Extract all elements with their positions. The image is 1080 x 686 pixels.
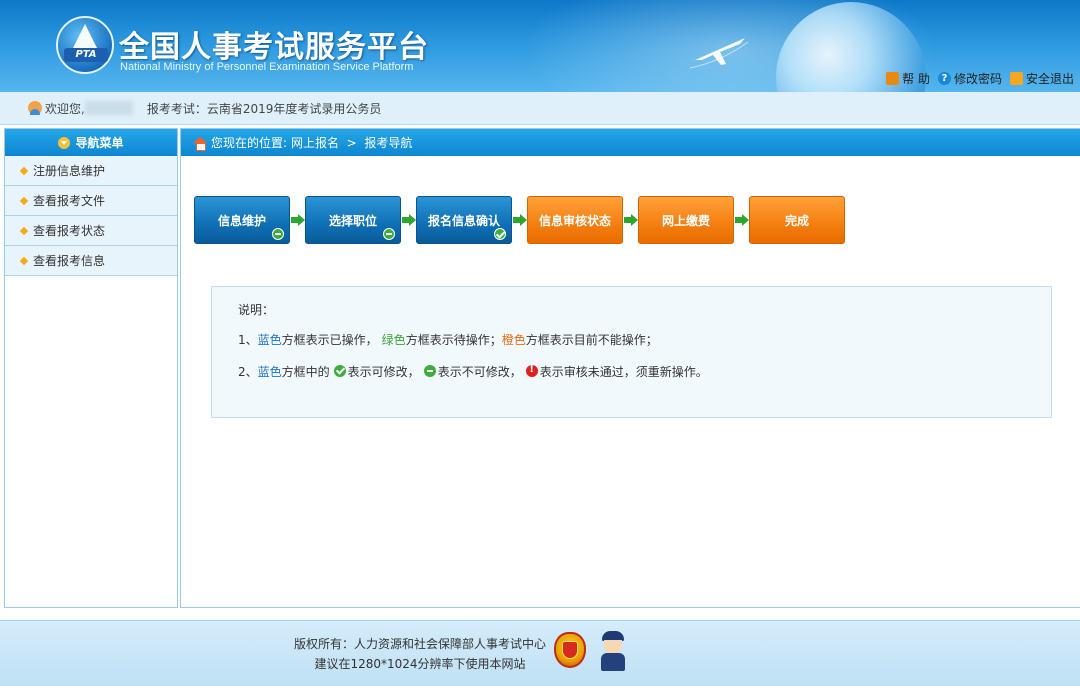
orange-word: 橙色 <box>501 332 526 347</box>
arrow-right-icon <box>291 214 305 226</box>
sidebar-item-label: 注册信息维护 <box>33 164 106 178</box>
blue-word: 蓝色 <box>257 364 282 379</box>
emblem-icon[interactable] <box>554 632 586 668</box>
sidebar-item-exam-documents[interactable]: 查看报考文件 <box>5 186 177 216</box>
step-info-maintenance[interactable]: 信息维护 <box>194 196 290 244</box>
breadcrumb-path: 网上报名 > 报考导航 <box>291 136 413 150</box>
lock-icon <box>886 71 900 85</box>
logo-text: PTA <box>64 48 108 62</box>
header-links: 帮 助 ? 修改密码 安全退出 <box>886 70 1074 86</box>
user-icon <box>28 101 42 115</box>
arrow-right-icon <box>624 214 638 226</box>
sidebar-item-exam-info[interactable]: 查看报考信息 <box>5 246 177 276</box>
sidebar-item-exam-status[interactable]: 查看报考状态 <box>5 216 177 246</box>
instructions-title: 说明： <box>238 303 275 317</box>
header-banner: PTA 全国人事考试服务平台 National Ministry of Pers… <box>0 0 1080 92</box>
minus-icon <box>272 228 284 240</box>
welcome-greeting: 欢迎您, <box>45 101 85 116</box>
exam-name: 云南省2019年度考试录用公务员 <box>206 101 382 116</box>
bullet-icon <box>19 226 29 236</box>
help-label: 帮 助 <box>902 71 930 86</box>
arrow-right-icon <box>402 214 416 226</box>
step-label: 信息维护 <box>217 213 266 228</box>
line-number: 1、 <box>238 332 258 347</box>
line-text: 表示不可修改， <box>437 364 522 379</box>
breadcrumb-prefix: 您现在的位置: <box>211 136 288 150</box>
step-label: 完成 <box>784 213 809 228</box>
sidebar-header: 导航菜单 <box>5 129 177 156</box>
step-label: 报名信息确认 <box>427 213 500 228</box>
arrow-right-icon <box>735 214 749 226</box>
welcome-bar: 欢迎您, 报考考试： 云南省2019年度考试录用公务员 <box>0 92 1080 125</box>
minus-icon <box>383 228 395 240</box>
step-complete[interactable]: 完成 <box>749 196 845 244</box>
resolution-advice: 建议在1280*1024分辨率下使用本网站 <box>314 657 526 671</box>
airplane-icon <box>690 38 749 69</box>
step-confirm-registration[interactable]: 报名信息确认 <box>416 196 512 244</box>
line-text: 方框表示待操作； <box>405 332 502 347</box>
sidebar-item-label: 查看报考信息 <box>33 254 106 268</box>
sidebar: 导航菜单 注册信息维护 查看报考文件 查看报考状态 查看报考信息 <box>4 128 178 608</box>
police-body <box>601 653 625 671</box>
sidebar-item-label: 查看报考状态 <box>33 224 106 238</box>
sidebar-item-register-info[interactable]: 注册信息维护 <box>5 156 177 186</box>
question-icon: ? <box>937 71 951 85</box>
footer-text: 版权所有：人力资源和社会保障部人事考试中心 建议在1280*1024分辨率下使用… <box>290 634 550 674</box>
step-online-payment[interactable]: 网上缴费 <box>638 196 734 244</box>
chevron-down-icon <box>58 136 71 149</box>
line-text: 方框表示已操作， <box>281 332 378 347</box>
sidebar-title: 导航菜单 <box>75 136 124 150</box>
line-text: 表示审核未通过，须重新操作。 <box>539 364 708 379</box>
breadcrumb: 您现在的位置: 网上报名 > 报考导航 <box>181 129 1080 156</box>
line-text: 表示可修改， <box>347 364 420 379</box>
minus-icon <box>423 365 436 377</box>
pta-logo: PTA <box>56 16 114 74</box>
user-name-redacted <box>84 101 133 115</box>
step-label: 信息审核状态 <box>538 213 611 228</box>
exam-label: 报考考试： <box>146 101 207 116</box>
shield-icon <box>562 641 578 659</box>
instructions-line-1: 1、 蓝色 方框表示已操作， 绿色 方框表示待操作； 橙色 方框表示目前不能操作… <box>238 323 1051 355</box>
blue-word: 蓝色 <box>257 332 282 347</box>
bullet-icon <box>19 166 29 176</box>
arrow-right-icon <box>513 214 527 226</box>
site-subtitle: National Ministry of Personnel Examinati… <box>120 61 414 73</box>
main-panel: 您现在的位置: 网上报名 > 报考导航 信息维护 选择职位 报名信息确认 信息审… <box>180 128 1080 608</box>
police-icon[interactable] <box>598 631 628 671</box>
exit-icon <box>1009 71 1023 85</box>
instructions-line-2: 2、 蓝色 方框中的 表示可修改， 表示不可修改， 表示审核未通过，须重新操作。 <box>238 355 1051 387</box>
logout-label: 安全退出 <box>1025 71 1074 86</box>
police-face <box>604 640 622 654</box>
error-icon <box>525 364 538 377</box>
copyright-text: 版权所有：人力资源和社会保障部人事考试中心 <box>293 637 546 651</box>
site-title: 全国人事考试服务平台 <box>119 30 429 65</box>
line-text: 方框表示目前不能操作； <box>525 332 658 347</box>
change-password-label: 修改密码 <box>953 71 1002 86</box>
footer: 版权所有：人力资源和社会保障部人事考试中心 建议在1280*1024分辨率下使用… <box>0 620 1080 686</box>
help-link[interactable]: 帮 助 <box>886 70 930 87</box>
change-password-link[interactable]: ? 修改密码 <box>937 70 1002 87</box>
check-icon <box>333 365 346 377</box>
bullet-icon <box>19 196 29 206</box>
step-label: 网上缴费 <box>661 213 710 228</box>
check-icon <box>494 228 506 240</box>
home-icon <box>193 136 207 151</box>
green-word: 绿色 <box>381 332 406 347</box>
instructions-box: 说明： 1、 蓝色 方框表示已操作， 绿色 方框表示待操作； 橙色 方框表示目前… <box>211 286 1052 418</box>
line-number: 2、 <box>238 364 258 379</box>
step-review-status[interactable]: 信息审核状态 <box>527 196 623 244</box>
step-label: 选择职位 <box>328 213 377 228</box>
sidebar-item-label: 查看报考文件 <box>33 194 106 208</box>
logout-link[interactable]: 安全退出 <box>1009 70 1074 87</box>
bullet-icon <box>19 256 29 266</box>
step-select-position[interactable]: 选择职位 <box>305 196 401 244</box>
line-text: 方框中的 <box>281 364 330 379</box>
